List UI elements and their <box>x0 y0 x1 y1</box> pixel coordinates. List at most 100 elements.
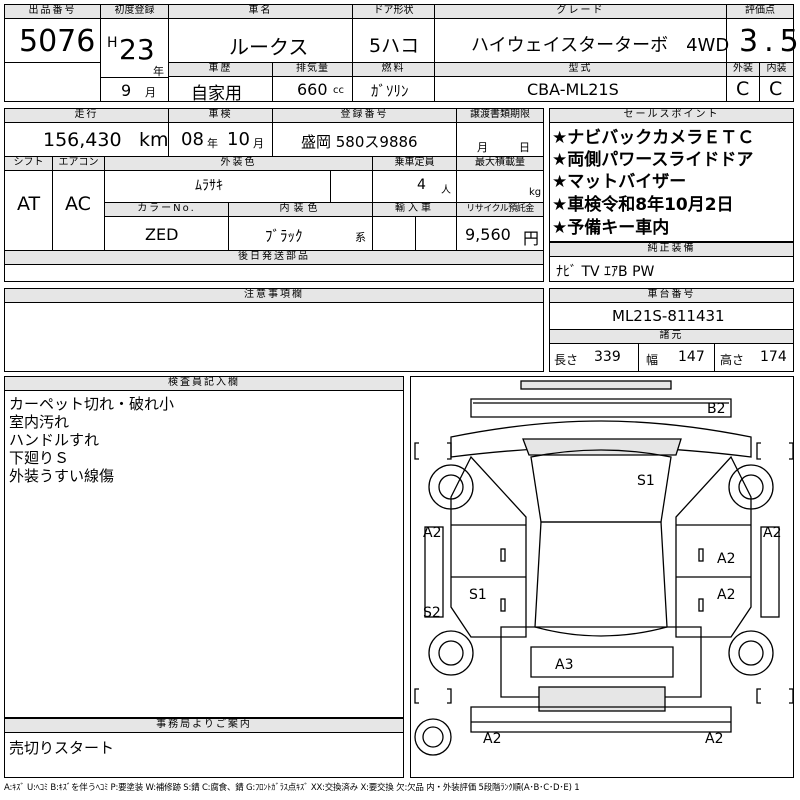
equipment-label: 純正装備 <box>550 243 793 257</box>
inspection-year: 08 <box>181 129 204 150</box>
transfer-month-unit: 月 <box>477 141 488 154</box>
lot-number-cell: 出品番号 5076 <box>5 5 101 63</box>
lot-number: 5076 <box>19 24 96 59</box>
damage-code: A2 <box>483 731 502 747</box>
sales-point-item: ★マットバイザー <box>552 172 687 192</box>
length-label: 長さ <box>554 353 579 367</box>
sales-point-item: ★ナビバックカメラＥＴＣ <box>552 128 755 148</box>
import-cell: 輸入車 <box>373 203 457 251</box>
lot-number-blank <box>5 63 101 101</box>
inspector-note: ハンドルすれ <box>9 431 100 449</box>
sales-point-item: ★両側パワースライドドア <box>552 150 754 170</box>
inspector-label: 検査員記入欄 <box>5 377 403 391</box>
damage-code: S1 <box>469 587 487 603</box>
width: 147 <box>678 349 705 365</box>
history-label: 車歴 <box>169 63 272 77</box>
displacement: 660 <box>297 80 328 99</box>
inspector-block: 検査員記入欄 カーペット切れ・破れ小 室内汚れ ハンドルすれ 下廻りＳ 外装うす… <box>4 376 404 718</box>
damage-code: A2 <box>717 587 736 603</box>
recycle-label: リサイクル預託金 <box>457 203 543 217</box>
car-name-cell: 車名 ルークス <box>169 5 353 63</box>
inspection-cell: 車検 08 年 10 月 <box>169 109 273 157</box>
first-registration-cell: 初度登録 H 23 年 9 月 <box>101 5 169 101</box>
inspection-month-unit: 月 <box>253 137 264 150</box>
era: H <box>107 35 118 51</box>
shift-label: シフト <box>5 157 52 171</box>
mileage-label: 走行 <box>5 109 168 123</box>
capacity-label: 乗車定員 <box>373 157 456 171</box>
fuel-cell: 燃料 ｶﾞｿﾘﾝ <box>353 63 435 101</box>
interior-grade-label: 内装 <box>760 63 793 77</box>
grade-cell: グレード ハイウェイスターターボ 4WD <box>435 5 730 63</box>
exterior-color-cell: 外装色 ﾑﾗｻｷ <box>105 157 373 203</box>
door-cell: ドア形状 5ハコ <box>353 5 435 63</box>
exterior-color-label: 外装色 <box>105 157 372 171</box>
max-load-label: 最大積載量 <box>457 157 543 171</box>
chassis-number: ML21S-811431 <box>612 307 725 325</box>
exterior-grade-label: 外装 <box>727 63 759 77</box>
score: 3.5 <box>739 24 800 59</box>
height: 174 <box>760 349 787 365</box>
interior-color-cell: 内装色 ﾌﾞﾗｯｸ 系 <box>229 203 373 251</box>
inspection-year-unit: 年 <box>207 137 218 150</box>
color-no-label: カラーNo. <box>105 203 228 217</box>
damage-code: A2 <box>763 525 782 541</box>
recycle-fee: 9,560 <box>465 225 511 244</box>
color-no-cell: カラーNo. ZED <box>105 203 229 251</box>
shift: AT <box>17 193 41 215</box>
inspector-note: カーペット切れ・破れ小 <box>9 395 175 413</box>
ac-label: エアコン <box>53 157 104 171</box>
car-outline <box>414 380 793 756</box>
inspection-month: 10 <box>227 129 250 150</box>
plate-number: 盛岡 580ス9886 <box>301 133 418 151</box>
length: 339 <box>594 349 621 365</box>
first-registration-label: 初度登録 <box>101 5 168 19</box>
width-label: 幅 <box>646 353 659 367</box>
damage-legend: A:ｷｽﾞ U:ﾍｺﾐ B:ｷｽﾞを伴うﾍｺﾐ P:要塗装 W:補修跡 S:錆 … <box>4 783 580 793</box>
first-registration-month: 9 <box>121 81 132 100</box>
later-parts-label: 後日発送部品 <box>5 251 543 265</box>
later-parts-cell: 後日発送部品 <box>5 251 543 281</box>
exterior-color: ﾑﾗｻｷ <box>195 178 223 194</box>
capacity-unit: 人 <box>441 185 451 196</box>
lot-number-label: 出品番号 <box>5 5 100 19</box>
height-label: 高さ <box>720 353 745 367</box>
score-label: 評価点 <box>727 5 793 19</box>
capacity-cell: 乗車定員 4 人 <box>373 157 457 203</box>
sales-point-item: ★車検令和8年10月2日 <box>552 195 734 215</box>
interior-grade: C <box>769 78 783 100</box>
interior-color-label: 内装色 <box>229 203 372 217</box>
fuel: ｶﾞｿﾘﾝ <box>371 82 409 100</box>
inspection-label: 車検 <box>169 109 272 123</box>
capacity: 4 <box>417 177 426 193</box>
first-registration-year: 23 <box>119 33 155 66</box>
damage-diagram: B2 S1 A2 A2 A2 A2 S1 S2 A3 A2 A2 <box>410 376 794 778</box>
transfer-deadline-cell: 譲渡書類期限 月 日 <box>457 109 543 157</box>
model-code: CBA-ML21S <box>527 80 619 99</box>
sales-point-label: セールスポイント <box>550 109 793 123</box>
recycle-unit: 円 <box>523 229 540 248</box>
model-cell: 型式 CBA-ML21S <box>435 63 727 101</box>
displacement-label: 排気量 <box>273 63 352 77</box>
damage-code: A3 <box>555 657 574 673</box>
damage-code: S1 <box>637 473 655 489</box>
displacement-cell: 排気量 660 cc <box>273 63 353 101</box>
door-label: ドア形状 <box>353 5 434 19</box>
notes-label: 注意事項欄 <box>5 289 543 303</box>
office-block: 事務局よりご案内 売切りスタート <box>4 718 404 778</box>
damage-code: A2 <box>705 731 724 747</box>
header-block: 出品番号 5076 初度登録 H 23 年 9 月 車名 ルークス ドア形状 5… <box>4 4 799 104</box>
sales-point-item: ★予備キー車内 <box>552 218 670 238</box>
dimensions-label: 諸元 <box>550 330 793 344</box>
ac: AC <box>65 193 91 215</box>
damage-code: B2 <box>707 401 726 417</box>
month-unit: 月 <box>145 86 156 99</box>
inspector-note: 室内汚れ <box>9 413 70 431</box>
grade: ハイウェイスターターボ 4WD <box>471 35 730 56</box>
interior-grade-cell: 内装 C <box>760 63 793 101</box>
transfer-day-unit: 日 <box>519 141 530 154</box>
office-label: 事務局よりご案内 <box>5 719 403 733</box>
fuel-label: 燃料 <box>353 63 434 77</box>
max-load-unit: kg <box>529 187 542 198</box>
mileage: 156,430 <box>43 129 122 151</box>
